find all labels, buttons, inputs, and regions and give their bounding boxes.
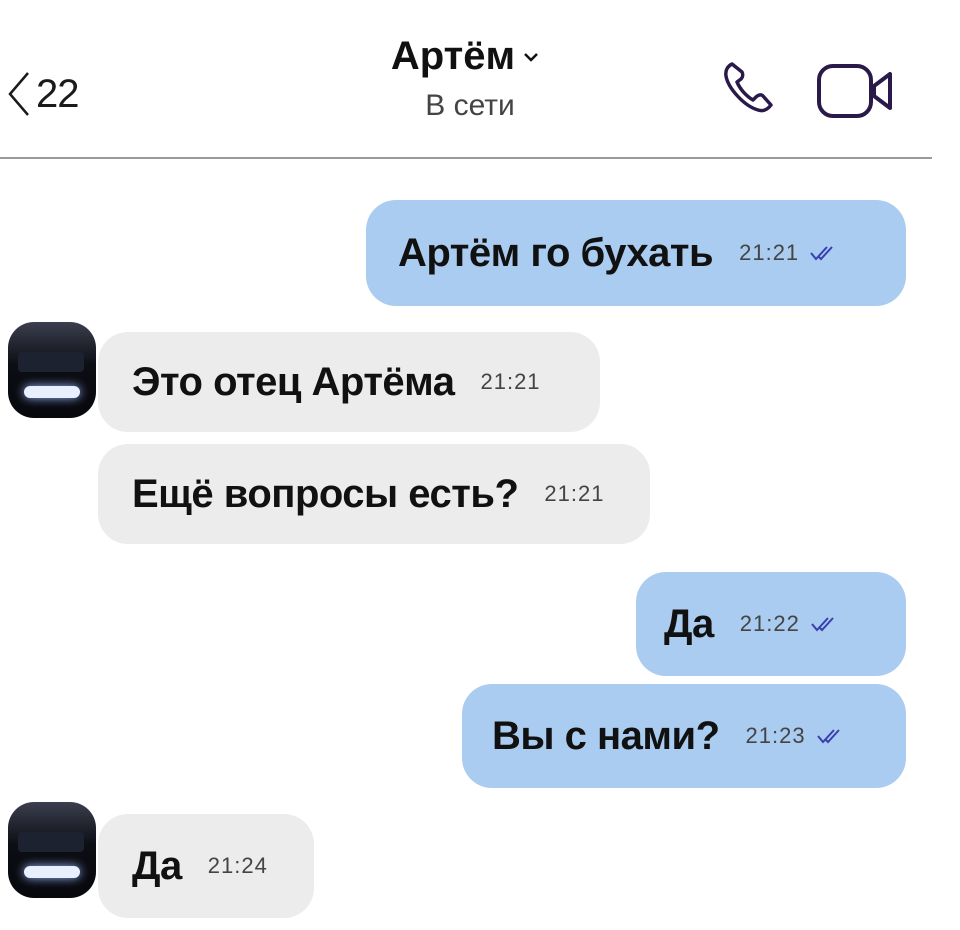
message-bubble-incoming[interactable]: Ещё вопросы есть? 21:21 xyxy=(98,444,650,544)
contact-avatar[interactable] xyxy=(8,802,96,898)
chat-header: 22 Артём В сети xyxy=(0,0,960,160)
read-checkmarks-icon xyxy=(816,729,840,744)
call-button[interactable] xyxy=(718,58,778,118)
message-text: Это отец Артёма xyxy=(132,359,455,404)
message-time: 21:22 xyxy=(739,611,800,636)
message-bubble-outgoing[interactable]: Артём го бухать 21:21 xyxy=(366,200,906,306)
message-text: Вы с нами? xyxy=(492,713,720,758)
read-checkmarks-icon xyxy=(810,246,833,261)
read-checkmarks-icon xyxy=(811,617,834,632)
message-bubble-outgoing[interactable]: Вы с нами? 21:23 xyxy=(462,684,906,788)
message-time: 21:24 xyxy=(207,853,268,878)
message-bubble-incoming[interactable]: Это отец Артёма 21:21 xyxy=(98,332,600,432)
header-divider xyxy=(0,157,932,159)
message-text: Артём го бухать xyxy=(398,230,714,275)
phone-icon xyxy=(724,62,773,113)
message-text: Да xyxy=(132,843,182,888)
video-camera-icon xyxy=(817,64,892,118)
contact-name: Артём xyxy=(390,34,516,78)
chevron-down-icon xyxy=(524,52,538,62)
message-text: Да xyxy=(664,601,714,646)
contact-avatar[interactable] xyxy=(8,322,96,418)
message-time: 21:23 xyxy=(745,723,806,748)
message-time: 21:21 xyxy=(480,369,541,394)
message-bubble-incoming[interactable]: Да 21:24 xyxy=(98,814,314,918)
message-time: 21:21 xyxy=(544,481,605,506)
video-call-button[interactable] xyxy=(816,60,900,120)
message-time: 21:21 xyxy=(739,240,800,265)
message-text: Ещё вопросы есть? xyxy=(132,471,519,516)
message-bubble-outgoing[interactable]: Да 21:22 xyxy=(636,572,906,676)
contact-name-button[interactable]: Артём xyxy=(391,34,539,79)
